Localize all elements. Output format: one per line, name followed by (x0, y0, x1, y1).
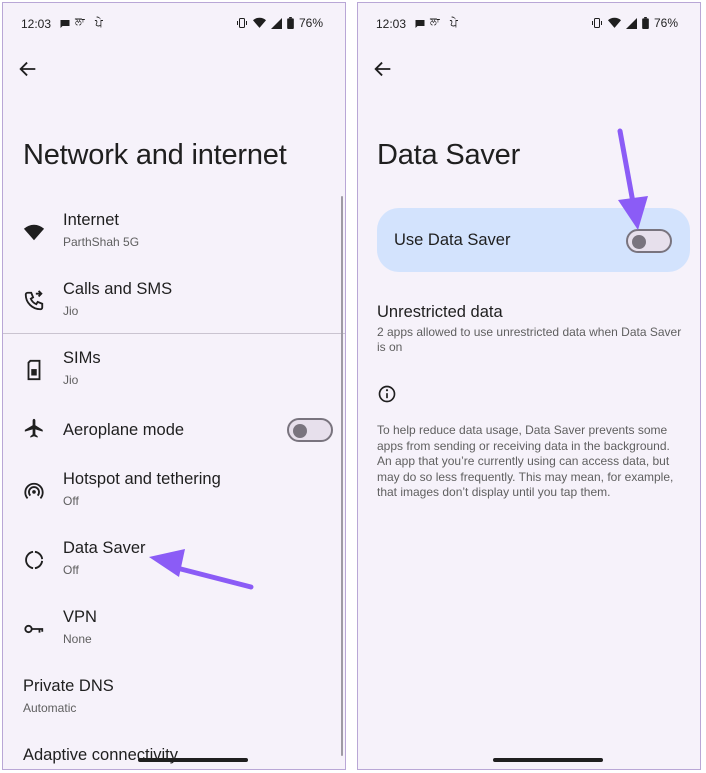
item-subtitle: Jio (63, 304, 79, 318)
status-time: 12:03 (21, 17, 52, 31)
settings-item-internet[interactable]: Internet ParthShah 5G (3, 201, 345, 263)
settings-item-calls-sms[interactable]: Calls and SMS Jio (3, 270, 345, 332)
settings-item-private-dns[interactable]: Private DNS Automatic (3, 667, 345, 729)
item-subtitle: Automatic (23, 701, 77, 715)
item-subtitle: Jio (63, 373, 79, 387)
scrollbar[interactable] (341, 196, 343, 756)
airplane-icon (24, 418, 43, 438)
gesture-bar[interactable] (138, 758, 248, 762)
status-icons: 76% (591, 16, 678, 30)
back-arrow-icon[interactable] (17, 58, 39, 80)
page-title: Network and internet (23, 139, 287, 171)
toggle-knob (632, 235, 646, 249)
settings-item-data-saver[interactable]: Data Saver Off (3, 529, 345, 591)
back-arrow-icon[interactable] (372, 58, 394, 80)
settings-item-hotspot[interactable]: Hotspot and tethering Off (3, 460, 345, 522)
signal-icon (270, 17, 282, 29)
battery-icon (642, 17, 649, 29)
use-data-saver-toggle[interactable] (626, 229, 672, 253)
use-data-saver-card[interactable]: Use Data Saver (377, 208, 690, 272)
gesture-bar[interactable] (493, 758, 603, 762)
wifi-status-icon (607, 17, 621, 28)
wifi-status-icon (252, 17, 266, 28)
hotspot-icon (24, 482, 44, 499)
item-subtitle: ParthShah 5G (63, 235, 140, 249)
battery-percent: 76% (298, 16, 323, 30)
item-title: SIMs (63, 349, 101, 367)
data-saver-icon (25, 550, 44, 570)
vibrate-icon (591, 18, 602, 28)
status-bar: 12:03 ਲਾ ਪੇ 76% (358, 3, 700, 43)
data-saver-info-text: To help reduce data usage, Data Saver pr… (377, 423, 674, 499)
item-title: Aeroplane mode (63, 421, 185, 439)
item-title: VPN (63, 608, 97, 626)
message-icon (60, 20, 70, 28)
toggle-knob (293, 424, 307, 438)
wifi-icon (23, 224, 45, 241)
status-network-text: ਲਾ (430, 17, 440, 28)
item-title: Internet (63, 211, 119, 229)
page-title: Data Saver (377, 139, 521, 171)
status-icons: 76% (236, 16, 323, 30)
battery-percent: 76% (653, 16, 678, 30)
item-title: Data Saver (63, 539, 146, 557)
item-subtitle: Off (63, 563, 79, 577)
settings-item-adaptive-connectivity[interactable]: Adaptive connectivity (3, 736, 345, 769)
status-bar: 12:03 ਲਾ ਪੇ 76% (3, 3, 345, 43)
aeroplane-mode-toggle[interactable] (287, 418, 333, 442)
status-network-text: ਲਾ (75, 17, 85, 28)
settings-item-vpn[interactable]: VPN None (3, 598, 345, 660)
battery-icon (287, 17, 294, 29)
item-title: Hotspot and tethering (63, 470, 221, 488)
item-subtitle: Off (63, 494, 79, 508)
item-title: Private DNS (23, 677, 114, 695)
vibrate-icon (236, 18, 247, 28)
vpn-key-icon (24, 624, 44, 634)
item-title: Calls and SMS (63, 280, 173, 298)
item-subtitle: None (63, 632, 92, 646)
status-network-text-2: ਪੇ (450, 16, 458, 30)
sim-card-icon (27, 359, 41, 381)
unrestricted-data-title[interactable]: Unrestricted data (377, 303, 503, 322)
message-icon (415, 20, 425, 28)
info-icon (378, 385, 396, 403)
network-internet-screen: 12:03 ਲਾ ਪੇ 76% Network and internet Int… (2, 2, 346, 770)
status-network-text-2: ਪੇ (95, 16, 103, 30)
item-title: Adaptive connectivity (23, 746, 179, 764)
section-divider (3, 333, 345, 334)
use-data-saver-label: Use Data Saver (394, 231, 511, 249)
unrestricted-data-subtitle: 2 apps allowed to use unrestricted data … (377, 325, 682, 354)
phone-forward-icon (24, 290, 44, 311)
signal-icon (625, 17, 637, 29)
settings-item-sims[interactable]: SIMs Jio (3, 339, 345, 401)
data-saver-screen: 12:03 ਲਾ ਪੇ 76% Data Saver Use Data Save… (357, 2, 701, 770)
status-time: 12:03 (376, 17, 407, 31)
